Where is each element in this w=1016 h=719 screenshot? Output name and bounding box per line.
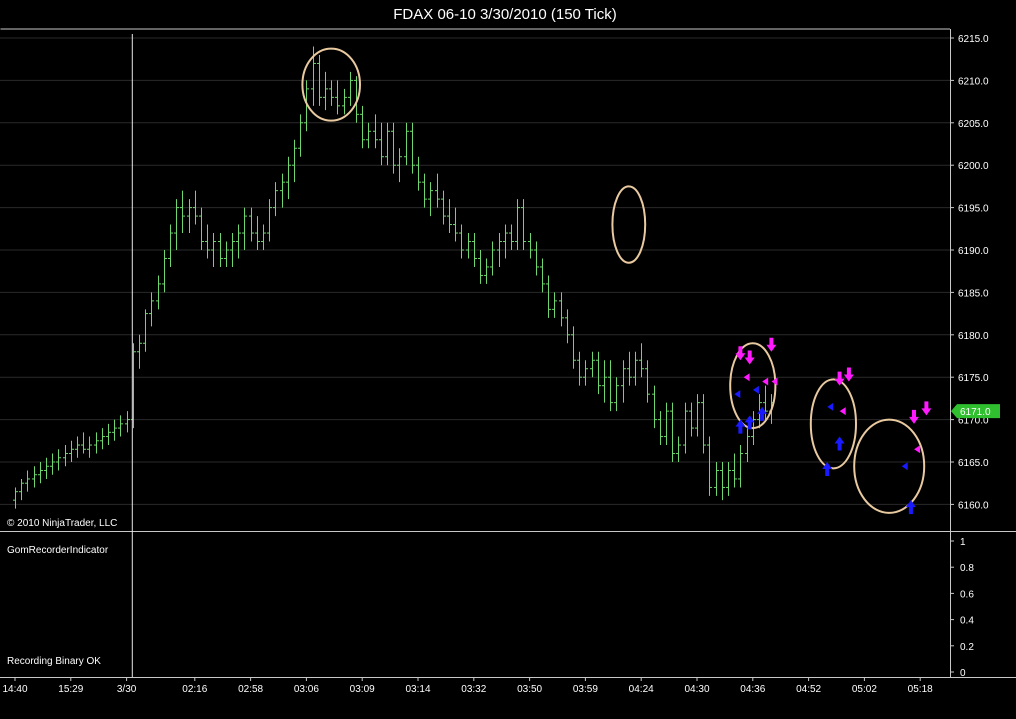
- x-tick-label: 04:24: [629, 684, 654, 695]
- x-tick-label: 03:09: [350, 684, 375, 695]
- y-tick-label: 6185.0: [958, 288, 989, 299]
- x-tick-label: 02:16: [182, 684, 207, 695]
- chart-title: FDAX 06-10 3/30/2010 (150 Tick): [393, 6, 616, 23]
- x-tick-label: 15:29: [58, 684, 83, 695]
- x-tick-label: 04:52: [796, 684, 821, 695]
- y-tick-label: 6205.0: [958, 119, 989, 130]
- y-tick-label: 6215.0: [958, 34, 989, 45]
- indicator-tick-label: 0.2: [960, 642, 974, 653]
- indicator-tick-label: 0.6: [960, 589, 974, 600]
- y-tick-label: 6190.0: [958, 246, 989, 257]
- x-tick-label: 05:18: [908, 684, 933, 695]
- x-tick-label: 03:50: [517, 684, 542, 695]
- y-tick-label: 6200.0: [958, 161, 989, 172]
- x-tick-label: 03:59: [573, 684, 598, 695]
- indicator-status: Recording Binary OK: [7, 656, 101, 667]
- y-tick-label: 6180.0: [958, 331, 989, 342]
- copyright-label: © 2010 NinjaTrader, LLC: [7, 518, 117, 529]
- price-chart[interactable]: FDAX 06-10 3/30/2010 (150 Tick) 6215.0 62…: [0, 0, 1016, 719]
- last-price-label: 6171.0: [960, 407, 991, 418]
- x-tick-label: 04:30: [684, 684, 709, 695]
- last-price-tag: 6171.0: [951, 404, 1000, 419]
- x-tick-label: 03:06: [294, 684, 319, 695]
- indicator-tick-label: 0.4: [960, 616, 974, 627]
- indicator-tick-label: 0.8: [960, 563, 974, 574]
- indicator-name: GomRecorderIndicator: [7, 545, 109, 556]
- chart-background: [0, 0, 1016, 719]
- y-tick-label: 6195.0: [958, 204, 989, 215]
- y-tick-label: 6210.0: [958, 76, 989, 87]
- x-tick-label: 14:40: [2, 684, 27, 695]
- x-tick-label: 03:32: [461, 684, 486, 695]
- y-tick-label: 6165.0: [958, 458, 989, 469]
- x-tick-label: 02:58: [238, 684, 263, 695]
- indicator-tick-label: 1: [960, 537, 966, 548]
- x-tick-label: 3/30: [117, 684, 137, 695]
- x-tick-label: 05:02: [852, 684, 877, 695]
- chart-window: FDAX 06-10 3/30/2010 (150 Tick) 6215.0 62…: [0, 0, 1016, 719]
- x-tick-label: 03:14: [405, 684, 430, 695]
- y-tick-label: 6175.0: [958, 373, 989, 384]
- indicator-tick-label: 0: [960, 668, 966, 679]
- x-tick-label: 04:36: [740, 684, 765, 695]
- y-tick-label: 6160.0: [958, 500, 989, 511]
